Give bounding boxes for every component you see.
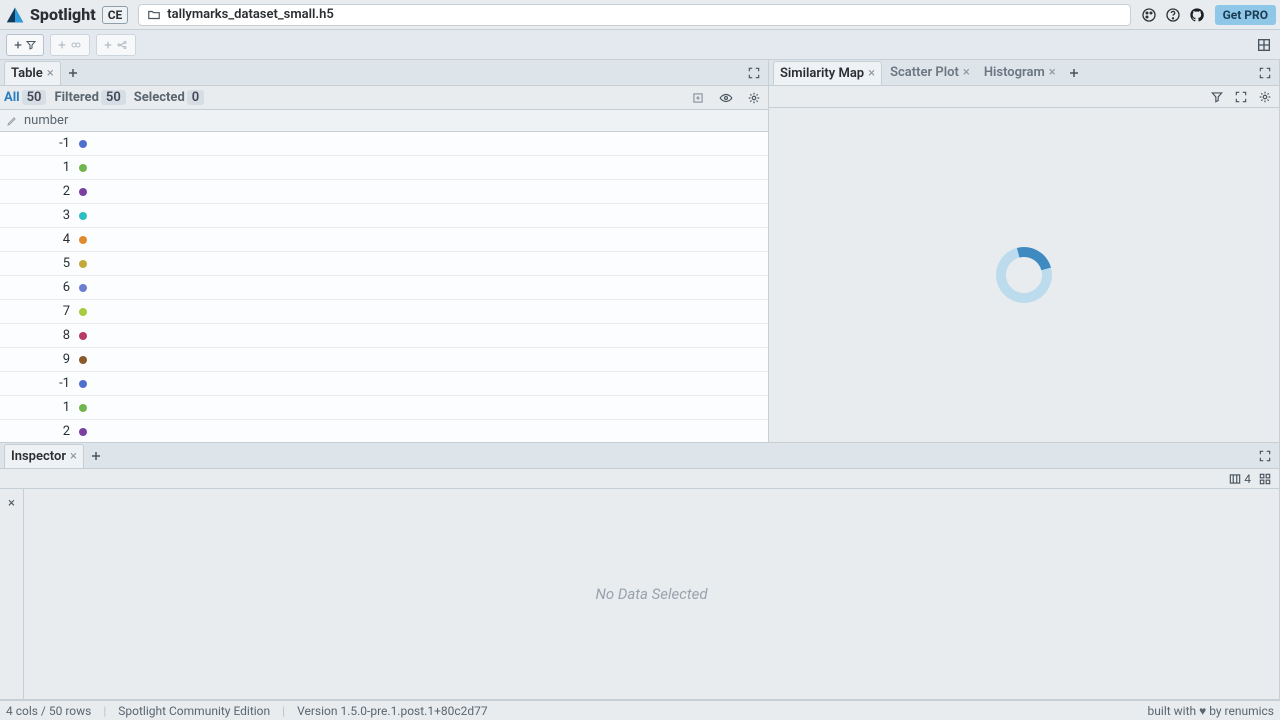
loading-spinner-icon	[986, 237, 1062, 313]
category-dot-icon	[76, 164, 90, 172]
cell-number: 1	[0, 400, 76, 415]
cell-number: 4	[0, 232, 76, 247]
tally-filtered[interactable]: Filtered50	[54, 90, 125, 105]
cell-number: 3	[0, 208, 76, 223]
map-settings-icon[interactable]	[1255, 87, 1275, 107]
tab-inspector[interactable]: Inspector ×	[4, 444, 84, 468]
tab-label: Scatter Plot	[890, 65, 959, 80]
table-settings-icon[interactable]	[744, 88, 764, 108]
cell-number: 8	[0, 328, 76, 343]
close-icon[interactable]: ×	[1049, 65, 1056, 80]
add-column-icon[interactable]	[688, 88, 708, 108]
category-dot-icon	[76, 332, 90, 340]
tally-all[interactable]: All50	[4, 90, 46, 105]
category-dot-icon	[76, 140, 90, 148]
github-icon[interactable]	[1187, 5, 1207, 25]
tab-similarity-map[interactable]: Similarity Map ×	[773, 61, 882, 85]
edit-icon	[6, 115, 18, 127]
column-header-number[interactable]: number	[24, 113, 68, 128]
file-name: tallymarks_dataset_small.h5	[167, 7, 333, 22]
cell-number: 7	[0, 304, 76, 319]
table-row[interactable]: 2	[0, 180, 768, 204]
visibility-icon[interactable]	[716, 88, 736, 108]
table-row[interactable]: 1	[0, 156, 768, 180]
expand-icon[interactable]	[1231, 87, 1251, 107]
add-tab-button[interactable]	[1064, 63, 1084, 83]
inspector-empty-message: No Data Selected	[595, 585, 707, 603]
status-edition: Spotlight Community Edition	[118, 704, 270, 718]
app-logo-icon	[4, 4, 26, 26]
cell-number: 2	[0, 184, 76, 199]
cell-number: 1	[0, 160, 76, 175]
inspector-columns-count: 4	[1244, 472, 1251, 486]
folder-icon	[147, 8, 161, 22]
inspector-columns-button[interactable]: 4	[1228, 469, 1251, 489]
maximize-panel-icon[interactable]	[1255, 63, 1275, 83]
cell-number: -1	[0, 376, 76, 391]
table-row[interactable]: 3	[0, 204, 768, 228]
add-tab-button[interactable]	[86, 446, 106, 466]
category-dot-icon	[76, 260, 90, 268]
inspector-close-icon[interactable]: ×	[2, 493, 22, 513]
table-row[interactable]: -1	[0, 132, 768, 156]
maximize-panel-icon[interactable]	[1255, 446, 1275, 466]
file-chip[interactable]: tallymarks_dataset_small.h5	[138, 4, 1130, 26]
tab-label: Table	[11, 66, 43, 81]
palette-icon[interactable]	[1139, 5, 1159, 25]
add-graph-button	[96, 34, 136, 56]
cell-number: 2	[0, 424, 76, 439]
edition-badge: CE	[102, 6, 129, 24]
tab-table[interactable]: Table ×	[4, 61, 61, 85]
cell-number: 5	[0, 256, 76, 271]
tab-label: Inspector	[11, 449, 66, 464]
status-summary: 4 cols / 50 rows	[6, 704, 91, 718]
add-link-button	[50, 34, 90, 56]
help-icon[interactable]	[1163, 5, 1183, 25]
get-pro-button[interactable]: Get PRO	[1215, 5, 1276, 25]
close-icon[interactable]: ×	[868, 66, 875, 81]
layout-icon[interactable]	[1254, 35, 1274, 55]
category-dot-icon	[76, 404, 90, 412]
cell-number: 9	[0, 352, 76, 367]
table-row[interactable]: 9	[0, 348, 768, 372]
tab-scatter-plot[interactable]: Scatter Plot ×	[884, 61, 976, 85]
tab-label: Similarity Map	[780, 66, 864, 81]
category-dot-icon	[76, 284, 90, 292]
status-builtwith: built with ♥ by renumics	[1148, 704, 1274, 718]
tab-label: Histogram	[984, 65, 1045, 80]
add-tab-button[interactable]	[63, 63, 83, 83]
table-row[interactable]: 1	[0, 396, 768, 420]
cell-number: 6	[0, 280, 76, 295]
status-version: Version 1.5.0-pre.1.post.1+80c2d77	[297, 704, 488, 718]
category-dot-icon	[76, 380, 90, 388]
category-dot-icon	[76, 356, 90, 364]
tab-histogram[interactable]: Histogram ×	[978, 61, 1062, 85]
close-icon[interactable]: ×	[47, 66, 54, 81]
add-filter-button[interactable]	[6, 34, 44, 56]
category-dot-icon	[76, 308, 90, 316]
category-dot-icon	[76, 188, 90, 196]
category-dot-icon	[76, 428, 90, 436]
table-row[interactable]: 4	[0, 228, 768, 252]
inspector-grid-icon[interactable]	[1255, 469, 1275, 489]
close-icon[interactable]: ×	[963, 65, 970, 80]
table-row[interactable]: 6	[0, 276, 768, 300]
table-row[interactable]: 7	[0, 300, 768, 324]
category-dot-icon	[76, 212, 90, 220]
table-row[interactable]: 2	[0, 420, 768, 442]
table-row[interactable]: 8	[0, 324, 768, 348]
category-dot-icon	[76, 236, 90, 244]
close-icon[interactable]: ×	[70, 449, 77, 464]
filter-icon[interactable]	[1207, 87, 1227, 107]
table-row[interactable]: 5	[0, 252, 768, 276]
table-row[interactable]: -1	[0, 372, 768, 396]
maximize-panel-icon[interactable]	[744, 63, 764, 83]
tally-selected[interactable]: Selected0	[134, 90, 204, 105]
brand-name: Spotlight	[30, 5, 96, 24]
cell-number: -1	[0, 136, 76, 151]
